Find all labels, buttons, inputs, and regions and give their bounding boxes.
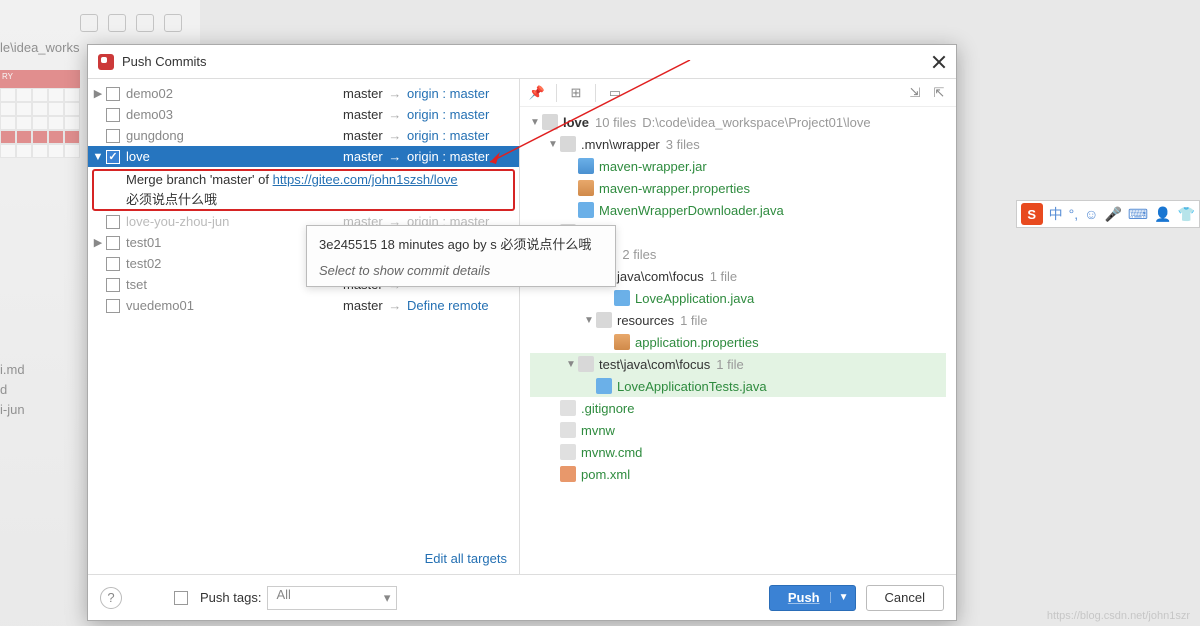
repo-checkbox[interactable] — [106, 129, 120, 143]
repos-pane: ▶ demo02 master → origin : master demo03 mas… — [88, 79, 520, 574]
commit-tooltip: 3e245515 18 minutes ago by s 必须说点什么哦 Sel… — [306, 225, 616, 287]
bg-toolbar — [80, 14, 182, 32]
watermark: https://blog.csdn.net/john1szr — [1047, 610, 1190, 622]
branch-info[interactable]: master → origin : master — [343, 149, 489, 164]
tooltip-line1: 3e245515 18 minutes ago by s 必须说点什么哦 — [319, 234, 603, 253]
dialog-titlebar: Push Commits — [88, 45, 956, 79]
repo-checkbox[interactable] — [106, 108, 120, 122]
file-tree-root[interactable]: ▼love10 filesD:\code\idea_workspace\Proj… — [530, 111, 946, 133]
changes-toolbar: 📌 ⊞ ▭ ⇲ ⇱ — [520, 79, 956, 107]
branch-info[interactable]: master → origin : master — [343, 86, 489, 101]
repo-checkbox[interactable] — [106, 278, 120, 292]
tree-item[interactable]: LoveApplicationTests.java — [530, 375, 946, 397]
branch-info[interactable]: master → origin : master — [343, 107, 489, 122]
tree-item[interactable]: ▼.mvn\wrapper3 files — [530, 133, 946, 155]
changes-pane: 📌 ⊞ ▭ ⇲ ⇱ ▼love10 filesD:\code\idea_work… — [520, 79, 956, 574]
repo-name: demo03 — [126, 107, 173, 122]
group-icon[interactable]: ⊞ — [567, 84, 585, 102]
repo-name: test02 — [126, 256, 161, 271]
bg-path: le\idea_works — [0, 40, 80, 55]
branch-info[interactable]: master → Define remote — [343, 298, 489, 313]
repo-checkbox[interactable] — [106, 257, 120, 271]
repo-checkbox[interactable] — [106, 150, 120, 164]
pin-icon[interactable]: 📌 — [528, 84, 546, 102]
repo-checkbox[interactable] — [106, 87, 120, 101]
push-button[interactable]: Push ▼ — [769, 585, 856, 611]
diff-icon[interactable]: ▭ — [606, 84, 624, 102]
close-icon[interactable] — [932, 55, 946, 69]
repo-name: love-you-zhou-jun — [126, 214, 229, 229]
repo-tree[interactable]: ▶ demo02 master → origin : master demo03 mas… — [88, 79, 519, 543]
tooltip-line2: Select to show commit details — [319, 263, 603, 278]
tree-item[interactable]: pom.xml — [530, 463, 946, 485]
repo-row-love[interactable]: ▼ love master → origin : master — [88, 146, 519, 167]
expander-icon[interactable]: ▶ — [92, 87, 104, 100]
repo-name: demo02 — [126, 86, 173, 101]
repo-row-demo02[interactable]: ▶ demo02 master → origin : master — [88, 83, 519, 104]
repo-name: tset — [126, 277, 147, 292]
push-tags-label: Push tags: — [200, 590, 261, 605]
cancel-button[interactable]: Cancel — [866, 585, 944, 611]
sogou-icon[interactable]: S — [1021, 203, 1043, 225]
ime-toolbar[interactable]: S 中 °, ☺ 🎤 ⌨ 👤 👕 — [1016, 200, 1200, 228]
dialog-footer: ? Push tags: All Push ▼ Cancel — [88, 574, 956, 620]
commit-message-box[interactable]: Merge branch 'master' of https://gitee.c… — [92, 169, 515, 211]
push-commits-dialog: Push Commits ▶ demo02 master → origin : ma… — [87, 44, 957, 621]
repo-name: vuedemo01 — [126, 298, 194, 313]
collapse-icon[interactable]: ⇱ — [930, 84, 948, 102]
tree-item[interactable]: application.properties — [530, 331, 946, 353]
tree-item[interactable]: maven-wrapper.properties — [530, 177, 946, 199]
app-icon — [98, 54, 114, 70]
tree-item[interactable]: ▼test\java\com\focus1 file — [530, 353, 946, 375]
file-tree[interactable]: ▼love10 filesD:\code\idea_workspace\Proj… — [520, 107, 956, 574]
repo-row-vuedemo01[interactable]: vuedemo01 master → Define remote — [88, 295, 519, 316]
push-tags-select[interactable]: All — [267, 586, 397, 610]
dialog-title: Push Commits — [122, 54, 207, 69]
tree-item[interactable]: mvnw — [530, 419, 946, 441]
bg-file-list: i.md d i-jun — [0, 360, 25, 420]
edit-all-targets-link[interactable]: Edit all targets — [425, 551, 507, 566]
repo-checkbox[interactable] — [106, 299, 120, 313]
tree-item[interactable]: maven-wrapper.jar — [530, 155, 946, 177]
repo-name: gungdong — [126, 128, 184, 143]
tree-item[interactable]: MavenWrapperDownloader.java — [530, 199, 946, 221]
bg-calendar: RY — [0, 70, 80, 200]
repo-checkbox[interactable] — [106, 236, 120, 250]
tree-item[interactable]: .gitignore — [530, 397, 946, 419]
help-button[interactable]: ? — [100, 587, 122, 609]
push-tags-checkbox[interactable] — [174, 591, 188, 605]
expander-icon[interactable]: ▶ — [92, 236, 104, 249]
repo-name: test01 — [126, 235, 161, 250]
tree-item[interactable]: ▼resources1 file — [530, 309, 946, 331]
tree-item[interactable]: mvnw.cmd — [530, 441, 946, 463]
tree-item[interactable]: LoveApplication.java — [530, 287, 946, 309]
expand-icon[interactable]: ⇲ — [906, 84, 924, 102]
repo-row-demo03[interactable]: demo03 master → origin : master — [88, 104, 519, 125]
repo-name: love — [126, 149, 150, 164]
repo-checkbox[interactable] — [106, 215, 120, 229]
branch-info[interactable]: master → origin : master — [343, 128, 489, 143]
expander-icon[interactable]: ▼ — [92, 151, 104, 163]
repo-row-gungdong[interactable]: gungdong master → origin : master — [88, 125, 519, 146]
